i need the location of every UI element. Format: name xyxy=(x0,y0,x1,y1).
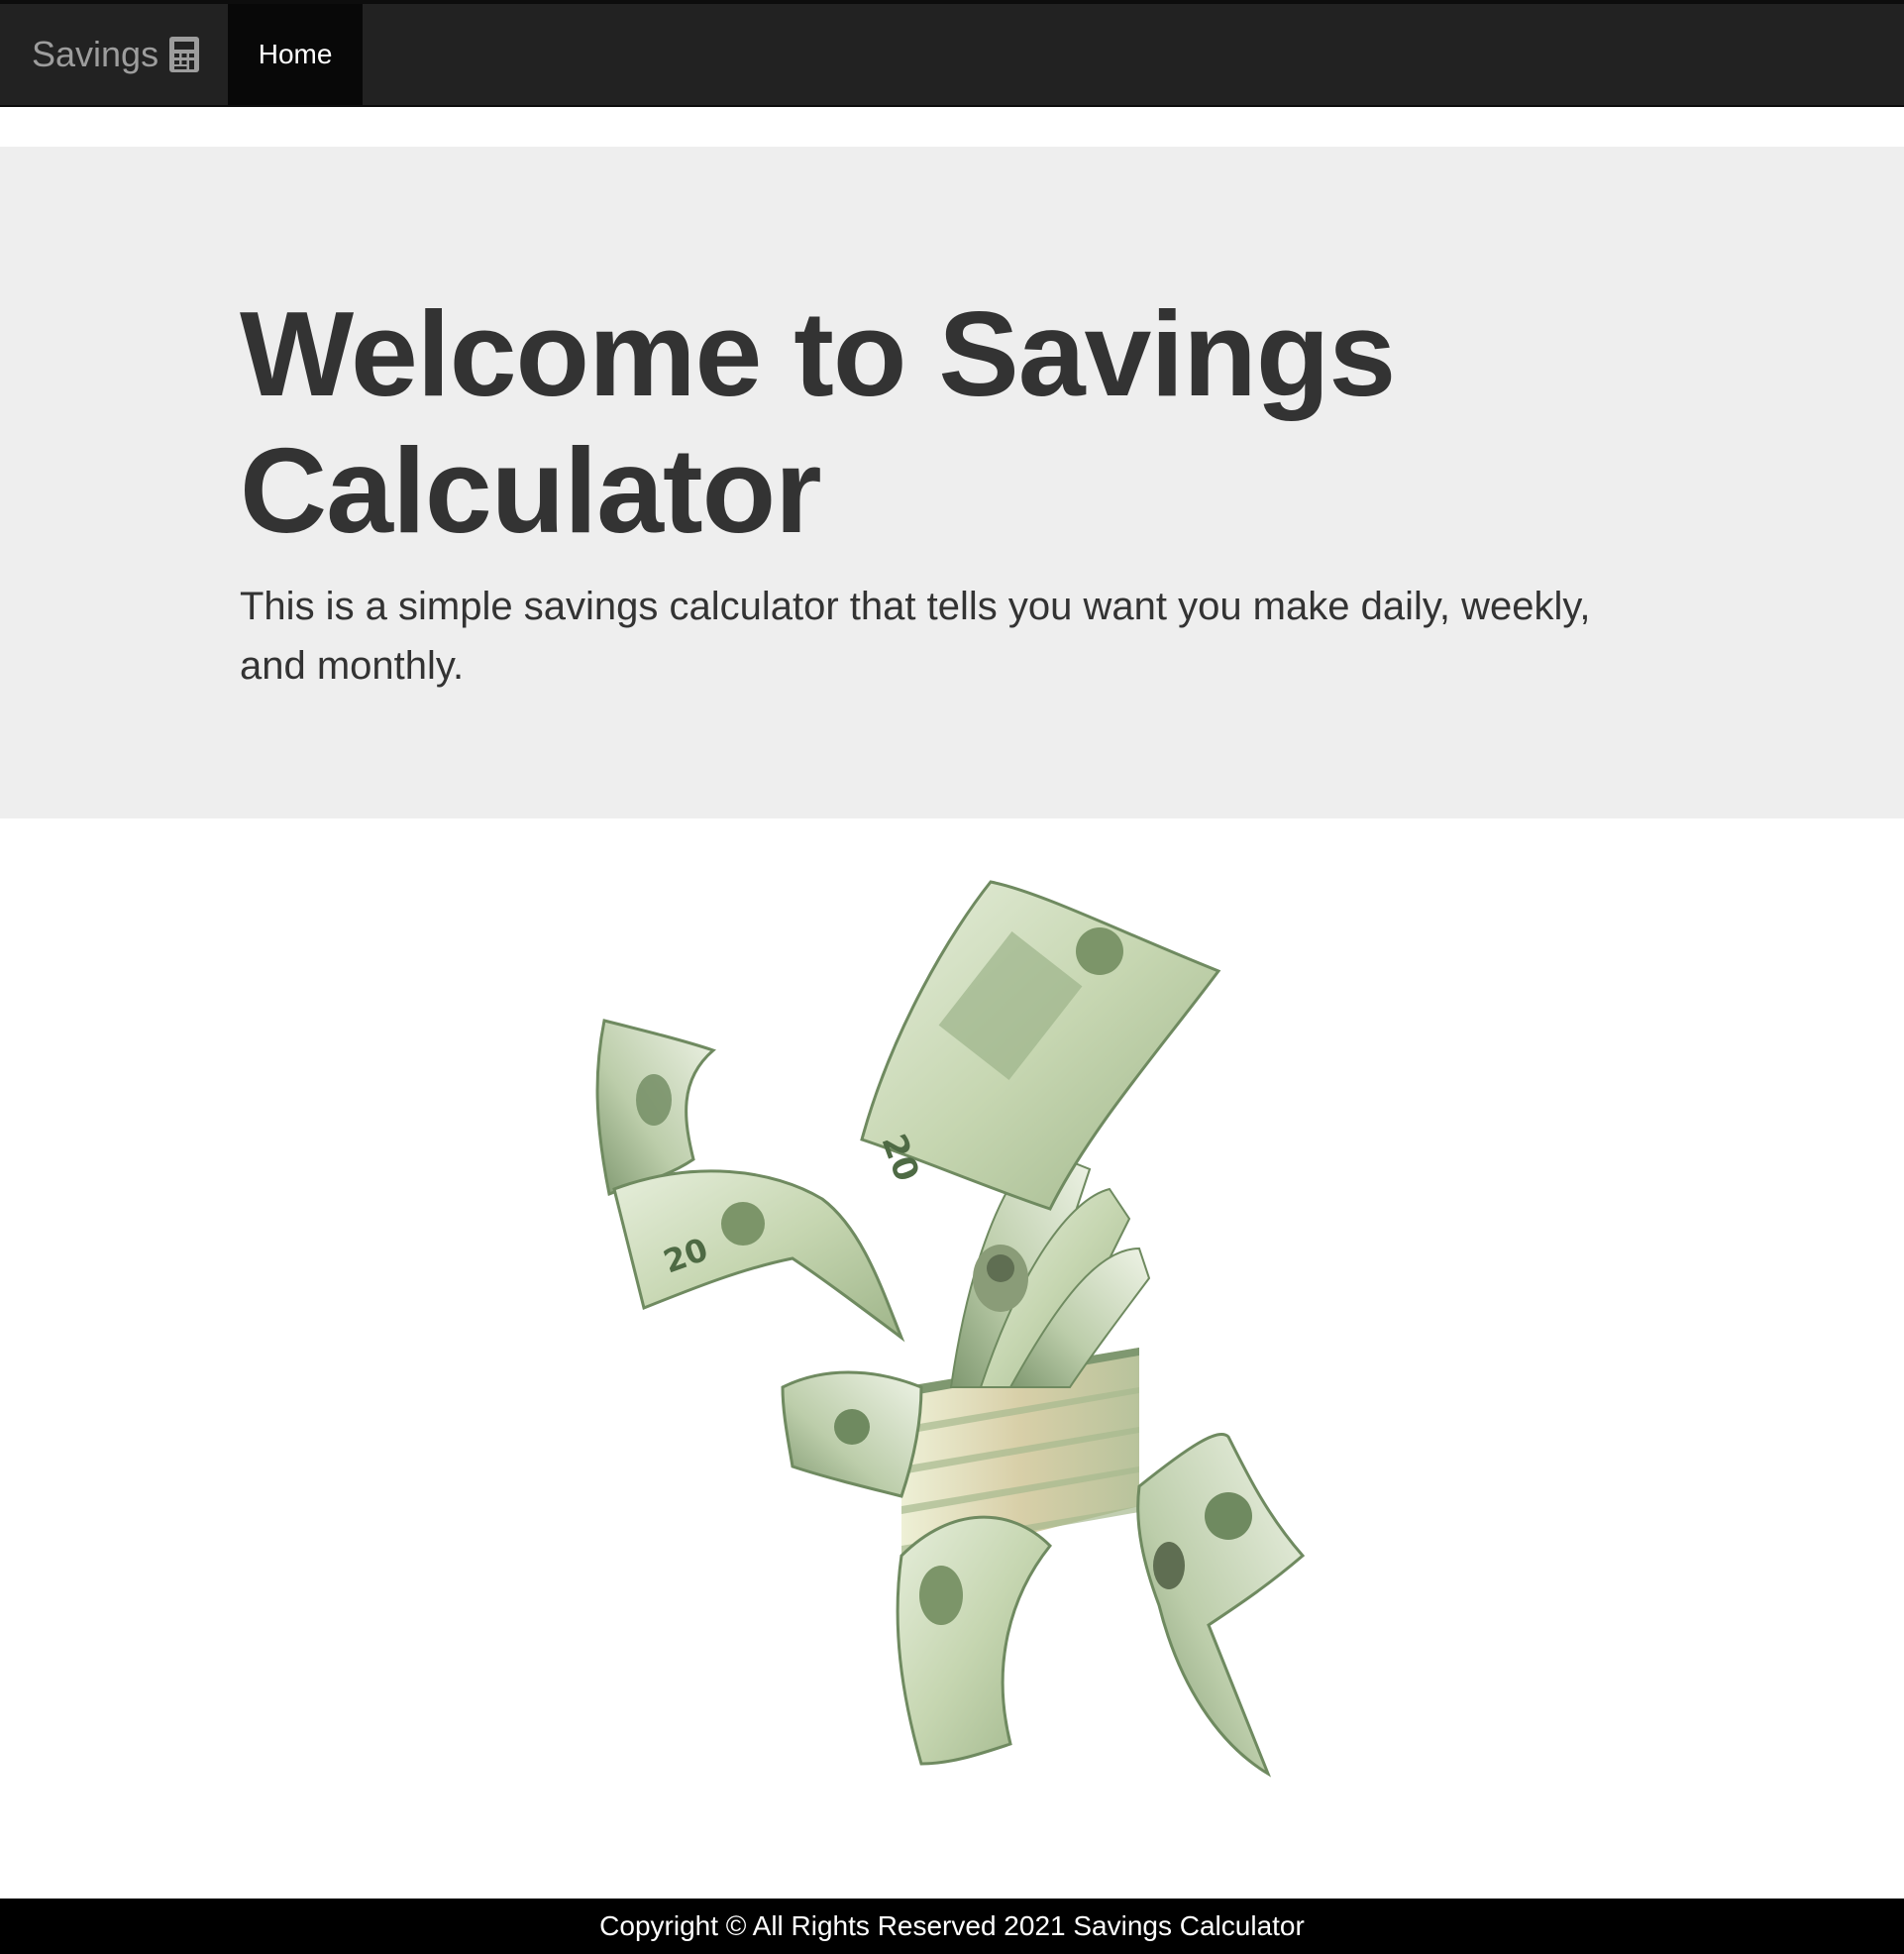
flying-bill-top: 20 xyxy=(860,880,1221,1211)
flying-bill-middle: 20 xyxy=(612,1169,905,1343)
copyright-text: Copyright © All Rights Reserved 2021 Sav… xyxy=(599,1910,1305,1941)
flying-bill-right xyxy=(1136,1432,1306,1778)
money-image: 20 20 xyxy=(595,880,1306,1778)
calculator-icon xyxy=(169,37,200,72)
navbar: Savings Home xyxy=(0,0,1904,107)
jumbotron: Welcome to Savings Calculator This is a … xyxy=(0,147,1904,818)
nav-item-home[interactable]: Home xyxy=(228,4,364,105)
flying-bill-left xyxy=(595,1019,716,1197)
flying-bill-lower-left xyxy=(781,1370,923,1498)
navbar-brand[interactable]: Savings xyxy=(0,4,228,105)
footer: Copyright © All Rights Reserved 2021 Sav… xyxy=(0,1899,1904,1954)
page-title: Welcome to Savings Calculator xyxy=(240,286,1396,558)
page-description: This is a simple savings calculator that… xyxy=(240,585,1591,688)
nav-item-label: Home xyxy=(258,39,333,69)
flying-bill-bottom xyxy=(896,1515,1053,1766)
brand-label: Savings xyxy=(32,34,159,74)
